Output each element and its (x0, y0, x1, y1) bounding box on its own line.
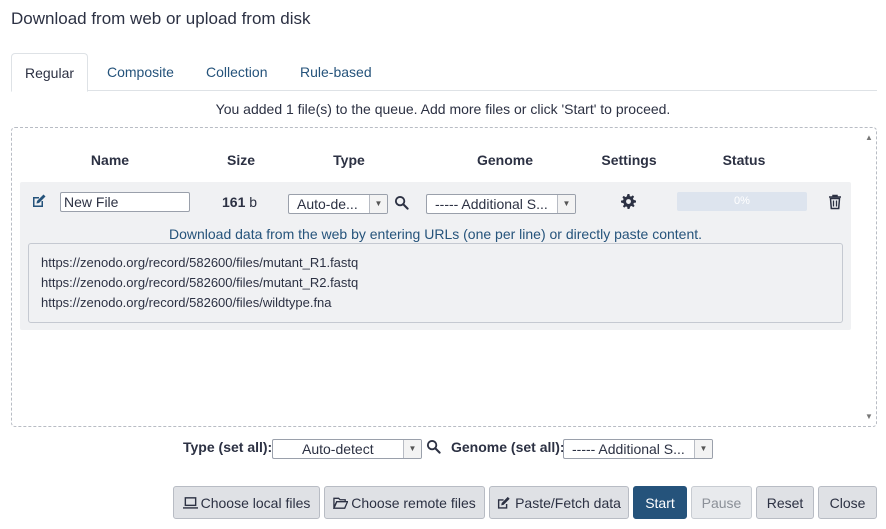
dialog-title: Download from web or upload from disk (11, 9, 311, 28)
genome-set-all-label: Genome (set all): (451, 439, 565, 455)
type-set-all-label: Type (set all): (183, 439, 273, 455)
start-button[interactable]: Start (633, 486, 687, 519)
choose-local-files-button[interactable]: Choose local files (173, 486, 320, 519)
reset-button[interactable]: Reset (756, 486, 814, 519)
tab-collection[interactable]: Collection (193, 53, 280, 91)
paste-fetch-button[interactable]: Paste/Fetch data (489, 486, 629, 519)
genome-set-all-value: ----- Additional S... (572, 441, 685, 457)
trash-icon[interactable] (828, 194, 842, 210)
choose-local-files-label: Choose local files (200, 494, 311, 511)
type-set-all-value: Auto-detect (302, 441, 374, 457)
type-select-value: Auto-de... (297, 196, 358, 212)
queue-info: You added 1 file(s) to the queue. Add mo… (215, 101, 671, 117)
url-line: https://zenodo.org/record/582600/files/m… (41, 255, 359, 270)
scroll-up-icon[interactable]: ▲ (865, 133, 873, 142)
header-type: Type (333, 152, 365, 168)
type-set-all-search-icon[interactable] (426, 439, 442, 455)
chevron-down-icon: ▼ (557, 195, 575, 213)
scroll-down-icon[interactable]: ▼ (865, 412, 873, 421)
tab-composite[interactable]: Composite (94, 53, 187, 91)
chevron-down-icon: ▼ (694, 440, 712, 458)
edit-icon[interactable] (31, 193, 47, 209)
choose-remote-files-button[interactable]: Choose remote files (324, 486, 485, 519)
folder-open-icon (333, 497, 349, 509)
url-line: https://zenodo.org/record/582600/files/w… (41, 295, 332, 310)
file-size-value: 161 (222, 194, 246, 210)
pause-button[interactable]: Pause (691, 486, 752, 519)
close-button[interactable]: Close (818, 486, 877, 519)
edit-icon (498, 496, 510, 509)
upload-tabs: Regular Composite Collection Rule-based (11, 53, 877, 92)
file-size: 161 b (222, 194, 257, 210)
type-set-all-select[interactable]: Auto-detect ▼ (272, 439, 422, 459)
file-size-unit: b (249, 194, 258, 210)
chevron-down-icon: ▼ (403, 440, 421, 458)
header-settings: Settings (601, 152, 657, 168)
queue-scrollbar[interactable]: ▲ ▼ (863, 129, 875, 425)
paste-fetch-label: Paste/Fetch data (515, 494, 621, 511)
choose-remote-files-label: Choose remote files (351, 494, 476, 511)
laptop-icon (182, 496, 198, 509)
file-name-input[interactable] (60, 192, 190, 212)
genome-select-value: ----- Additional S... (435, 196, 548, 212)
header-genome: Genome (476, 152, 533, 168)
type-select[interactable]: Auto-de... ▼ (288, 194, 388, 214)
upload-progress-label: 0% (734, 195, 750, 207)
tab-regular[interactable]: Regular (11, 53, 89, 92)
paste-content-textarea[interactable]: https://zenodo.org/record/582600/files/m… (28, 243, 843, 323)
chevron-down-icon: ▼ (369, 195, 387, 213)
type-search-icon[interactable] (394, 195, 410, 211)
url-line: https://zenodo.org/record/582600/files/m… (41, 275, 359, 290)
tab-rule-based[interactable]: Rule-based (287, 53, 385, 91)
upload-progress-bar: 0% (677, 192, 807, 211)
genome-set-all-select[interactable]: ----- Additional S... ▼ (563, 439, 713, 459)
paste-hint: Download data from the web by entering U… (168, 226, 703, 242)
header-name: Name (90, 152, 130, 168)
header-size: Size (226, 152, 255, 168)
gear-icon[interactable] (621, 194, 637, 210)
header-status: Status (722, 152, 766, 168)
genome-select[interactable]: ----- Additional S... ▼ (426, 194, 576, 214)
